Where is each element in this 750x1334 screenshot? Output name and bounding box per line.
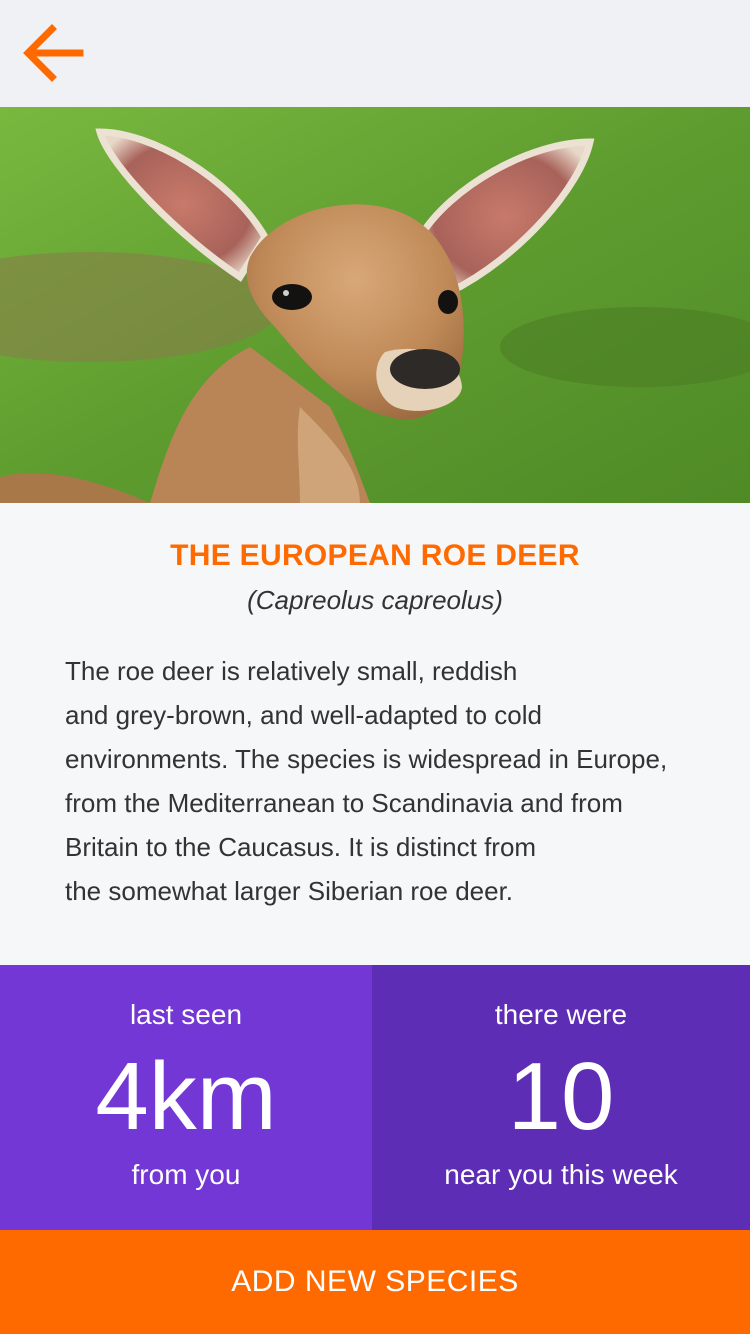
nearby-count-value: 10 — [507, 1043, 615, 1150]
description-line: Britain to the Caucasus. It is distinct … — [65, 832, 537, 862]
last-seen-label: last seen — [129, 999, 243, 1030]
nearby-count-stat: there were 10 near you this week — [372, 965, 750, 1230]
nearby-count-label: there were — [494, 999, 628, 1030]
last-seen-caption: from you — [131, 1159, 241, 1190]
arrow-left-icon — [23, 24, 84, 82]
species-latin-name: (Capreolus capreolus) — [247, 585, 503, 615]
last-seen-stat: last seen 4km from you — [0, 965, 372, 1230]
nearby-count-caption: near you this week — [444, 1159, 678, 1190]
top-bar — [0, 0, 750, 107]
stats-panel: last seen 4km from you there were 10 nea… — [0, 965, 750, 1230]
add-new-species-button[interactable]: ADD NEW SPECIES — [0, 1230, 750, 1334]
description-line: the somewhat larger Siberian roe deer. — [65, 876, 514, 906]
description-line: and grey-brown, and well-adapted to cold — [65, 700, 542, 730]
species-title: THE EUROPEAN ROE DEER — [170, 539, 580, 572]
species-photo — [0, 107, 750, 503]
description-line: from the Mediterranean to Scandinavia an… — [65, 788, 623, 818]
species-details: THE EUROPEAN ROE DEER (Capreolus capreol… — [0, 503, 750, 965]
back-button[interactable] — [20, 22, 86, 84]
last-seen-distance: 4km — [95, 1043, 277, 1150]
description-line: The roe deer is relatively small, reddis… — [65, 656, 518, 686]
species-description: The roe deer is relatively small, reddis… — [65, 649, 725, 913]
description-line: environments. The species is widespread … — [65, 744, 668, 774]
